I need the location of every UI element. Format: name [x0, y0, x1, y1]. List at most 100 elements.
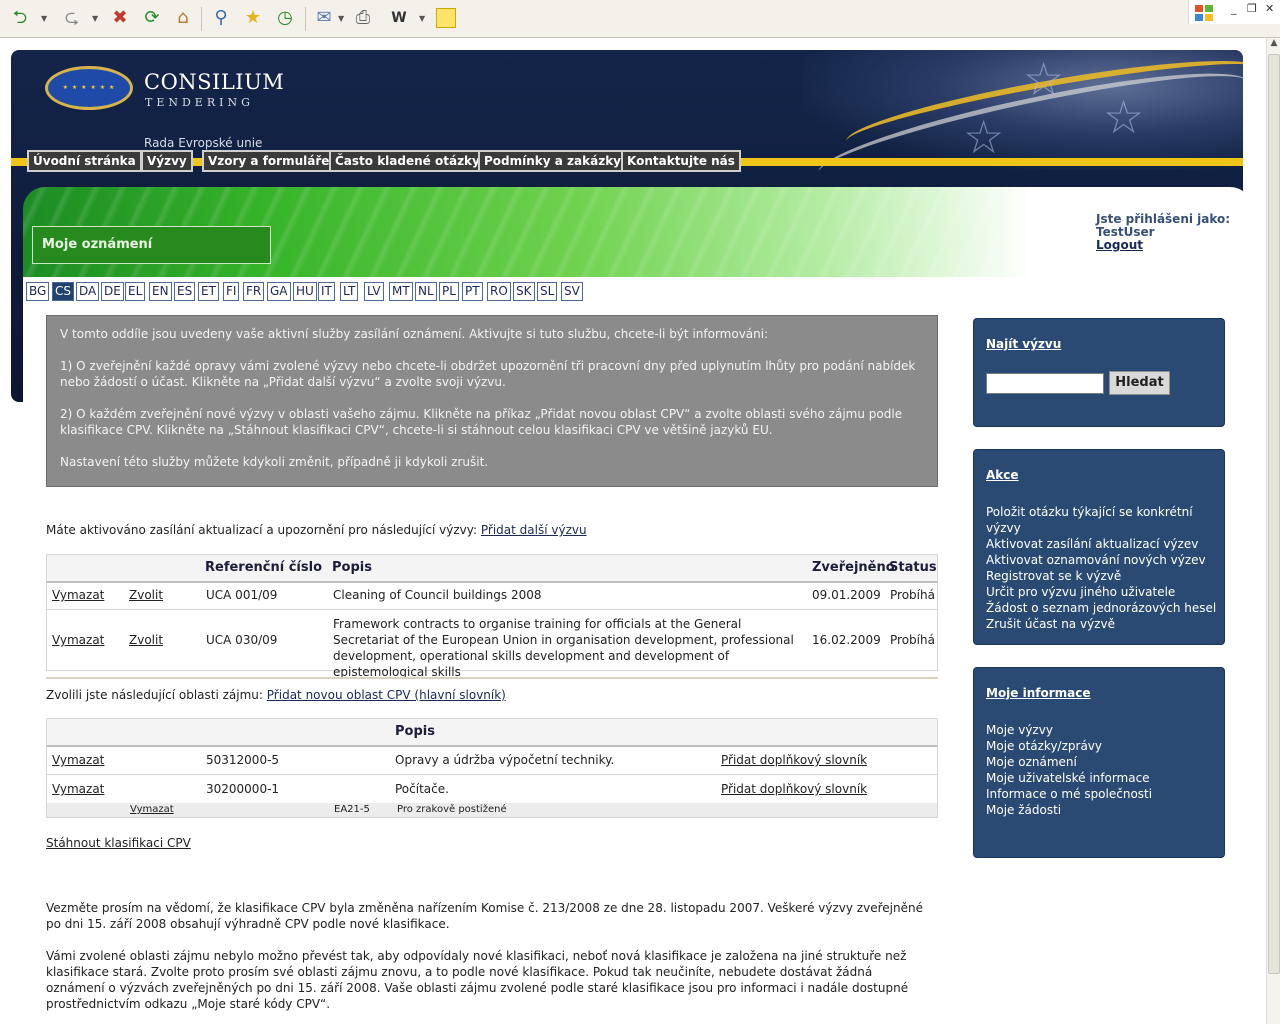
lang-el[interactable]: EL [125, 282, 146, 301]
calls-table: Referenční číslo Popis Zveřejněno Status… [46, 554, 938, 679]
lang-sv[interactable]: SV [561, 282, 583, 301]
select-call-link[interactable]: Zvolit [129, 587, 163, 603]
back-dropdown-icon[interactable]: ▼ [41, 14, 47, 23]
myinfo-item[interactable]: Informace o mé společnosti [986, 786, 1152, 802]
nav-conditions[interactable]: Podmínky a zakázky [478, 150, 627, 172]
myinfo-item[interactable]: Moje výzvy [986, 722, 1152, 738]
lang-sk[interactable]: SK [513, 282, 535, 301]
browser-toolbar: ⮌ ▼ ⮎ ▼ ✖ ⟳ ⌂ ⚲ ★ ◷ ✉ ▼ ⎙ W ▼ _ ❐ ✕ [0, 0, 1280, 38]
scroll-thumb[interactable] [1268, 54, 1280, 974]
divider [46, 677, 938, 679]
scroll-up-icon[interactable]: ▲ [1267, 38, 1280, 52]
search-button[interactable]: Hledat [1109, 371, 1170, 395]
stop-icon[interactable]: ✖ [107, 5, 133, 31]
call-desc: Cleaning of Council buildings 2008 [333, 588, 542, 602]
select-call-link[interactable]: Zvolit [129, 632, 163, 648]
refresh-icon[interactable]: ⟳ [139, 5, 165, 31]
action-item[interactable]: Aktivovat zasílání aktualizací výzev [986, 536, 1224, 552]
lang-hu[interactable]: HU [293, 282, 317, 301]
lang-sl[interactable]: SL [537, 282, 558, 301]
lang-da[interactable]: DA [76, 282, 100, 301]
lang-et[interactable]: ET [198, 282, 219, 301]
myinfo-item[interactable]: Moje otázky/zprávy [986, 738, 1152, 754]
lang-fr[interactable]: FR [243, 282, 265, 301]
calls-intro-text: Máte aktivováno zasílání aktualizací a u… [46, 523, 478, 537]
lang-en[interactable]: EN [149, 282, 172, 301]
lang-mt[interactable]: MT [389, 282, 413, 301]
action-item[interactable]: Žádost o seznam jednorázových hesel [986, 600, 1224, 616]
lang-it[interactable]: IT [318, 282, 335, 301]
forward-dropdown-icon[interactable]: ▼ [92, 14, 98, 23]
lang-ro[interactable]: RO [487, 282, 511, 301]
nav-faq[interactable]: Často kladené otázky [329, 150, 486, 172]
back-icon[interactable]: ⮌ [7, 5, 33, 31]
lang-fi[interactable]: FI [223, 282, 240, 301]
logout-link[interactable]: Logout [1096, 238, 1143, 252]
info-paragraph: 1) O zveřejnění každé opravy vámi zvolen… [60, 359, 916, 389]
call-ref: UCA 030/09 [206, 633, 278, 647]
myinfo-item[interactable]: Moje žádosti [986, 802, 1152, 818]
search-input[interactable] [986, 373, 1104, 394]
brand-tagline: TENDERING [145, 96, 254, 109]
myinfo-panel-title[interactable]: Moje informace [986, 686, 1091, 700]
history-icon[interactable]: ◷ [272, 5, 298, 31]
action-item[interactable]: Zrušit účast na výzvě [986, 616, 1224, 632]
word-icon[interactable]: W [386, 5, 412, 31]
lang-pt[interactable]: PT [462, 282, 483, 301]
download-cpv-link[interactable]: Stáhnout klasifikaci CPV [46, 836, 191, 850]
delete-cpv-link[interactable]: Vymazat [52, 781, 104, 797]
action-item[interactable]: Určit pro výzvu jiného uživatele [986, 584, 1224, 600]
delete-call-link[interactable]: Vymazat [52, 632, 104, 648]
lang-pl[interactable]: PL [439, 282, 459, 301]
note-icon[interactable] [433, 5, 459, 31]
delete-cpv-link[interactable]: Vymazat [52, 752, 104, 768]
print-icon[interactable]: ⎙ [350, 5, 376, 31]
home-icon[interactable]: ⌂ [170, 5, 196, 31]
delete-call-link[interactable]: Vymazat [52, 587, 104, 603]
action-item[interactable]: Aktivovat oznamování nových výzev [986, 552, 1224, 568]
add-supplementary-link[interactable]: Přidat doplňkový slovník [721, 781, 867, 797]
search-panel-title[interactable]: Najít výzvu [986, 337, 1061, 351]
add-call-link[interactable]: Přidat další výzvu [481, 523, 587, 537]
lang-cs[interactable]: CS [52, 282, 74, 301]
lang-ga[interactable]: GA [267, 282, 291, 301]
add-cpv-link[interactable]: Přidat novou oblast CPV (hlavní slovník) [267, 688, 506, 702]
cpv-change-note: Vezměte prosím na vědomí, že klasifikace… [46, 901, 923, 931]
close-icon[interactable]: ✕ [1265, 2, 1274, 15]
lang-de[interactable]: DE [101, 282, 124, 301]
favorites-icon[interactable]: ★ [240, 5, 266, 31]
lang-bg[interactable]: BG [26, 282, 50, 301]
myinfo-item[interactable]: Moje oznámení [986, 754, 1152, 770]
col-published: Zveřejněno [812, 560, 895, 575]
lang-lv[interactable]: LV [364, 282, 384, 301]
actions-list: Položit otázku týkající se konkrétní výz… [986, 504, 1224, 632]
nav-contact[interactable]: Kontaktujte nás [621, 150, 741, 172]
forward-icon[interactable]: ⮎ [59, 5, 85, 31]
minimize-icon[interactable]: _ [1231, 2, 1237, 15]
lang-lt[interactable]: LT [340, 282, 359, 301]
eu-flag-logo[interactable]: ★ ★ ★ ★ ★ ★ [45, 66, 133, 110]
cpv-intro: Zvolili jste následující oblasti zájmu: … [46, 688, 506, 702]
action-item[interactable]: Registrovat se k výzvě [986, 568, 1224, 584]
vertical-scrollbar[interactable]: ▲ [1266, 38, 1280, 1024]
actions-panel-title[interactable]: Akce [986, 468, 1019, 482]
star-decoration-icon: ☆ [963, 110, 1005, 164]
nav-templates[interactable]: Vzory a formuláře [202, 150, 336, 172]
lang-nl[interactable]: NL [415, 282, 437, 301]
delete-supplementary-link[interactable]: Vymazat [130, 803, 174, 817]
lang-es[interactable]: ES [174, 282, 196, 301]
mail-icon[interactable]: ✉ [311, 5, 337, 31]
mail-dropdown-icon[interactable]: ▼ [338, 14, 344, 23]
nav-calls[interactable]: Výzvy [141, 150, 193, 172]
action-item[interactable]: Položit otázku týkající se konkrétní výz… [986, 504, 1224, 536]
cpv-table: Popis Vymazat 50312000-5 Opravy a údržba… [46, 718, 938, 818]
myinfo-item[interactable]: Moje uživatelské informace [986, 770, 1152, 786]
nav-home[interactable]: Úvodní stránka [27, 150, 142, 172]
star-decoration-icon: ☆ [1103, 90, 1145, 144]
add-supplementary-link[interactable]: Přidat doplňkový slovník [721, 752, 867, 768]
search-icon[interactable]: ⚲ [208, 5, 234, 31]
actions-panel: Akce Položit otázku týkající se konkrétn… [973, 449, 1225, 645]
call-status: Probíhá [890, 588, 935, 602]
restore-icon[interactable]: ❐ [1247, 2, 1257, 15]
edit-dropdown-icon[interactable]: ▼ [419, 14, 425, 23]
